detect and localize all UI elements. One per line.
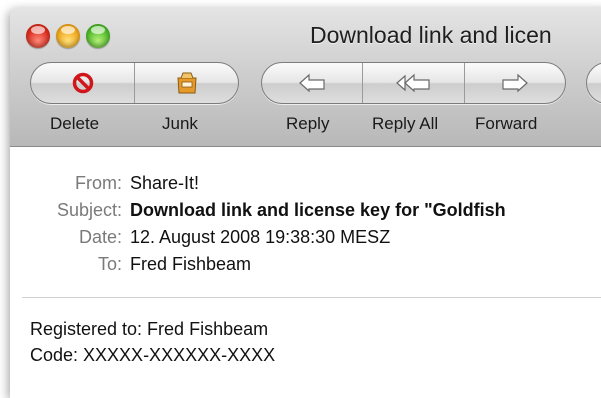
- subject-value: Download link and license key for "Goldf…: [130, 200, 506, 220]
- forward-arrow-icon: [502, 73, 528, 93]
- mail-window: Download link and licen Delete Junk Repl…: [10, 8, 601, 398]
- zoom-window-button[interactable]: [86, 24, 110, 48]
- minimize-window-button[interactable]: [56, 24, 80, 48]
- date-key: Date:: [78, 227, 122, 247]
- to-value[interactable]: Fred Fishbeam: [130, 254, 251, 275]
- next-toolbar-button[interactable]: [586, 62, 601, 104]
- to-key: To:: [97, 254, 122, 274]
- reply-all-button[interactable]: [362, 63, 463, 103]
- delete-junk-segment: [30, 62, 239, 104]
- reply-forward-segment: [261, 62, 566, 104]
- delete-button[interactable]: [31, 63, 134, 103]
- date-value: 12. August 2008 19:38:30 MESZ: [130, 227, 391, 247]
- forward-label: Forward: [475, 114, 538, 133]
- junk-button[interactable]: [134, 63, 238, 103]
- from-key: From:: [75, 173, 122, 193]
- forward-button[interactable]: [463, 63, 565, 103]
- junk-bag-icon: [176, 72, 197, 94]
- reply-label: Reply: [286, 114, 330, 133]
- reply-button[interactable]: [262, 63, 362, 103]
- message-view: From: Share-It! Subject: Download link a…: [10, 147, 601, 398]
- body-code-line: Code: XXXXX-XXXXXX-XXXX: [30, 345, 276, 365]
- header-divider: [22, 297, 601, 298]
- window-title: Download link and licen: [310, 22, 552, 48]
- reply-all-label: Reply All: [372, 114, 439, 133]
- close-window-button[interactable]: [26, 24, 50, 48]
- prohibited-icon: [72, 72, 93, 94]
- title-toolbar: Download link and licen Delete Junk Repl…: [10, 8, 601, 147]
- from-value[interactable]: Share-It!: [130, 173, 199, 194]
- junk-label: Junk: [162, 114, 198, 133]
- body-registered-line: Registered to: Fred Fishbeam: [30, 319, 269, 339]
- reply-all-arrow-icon: [396, 73, 431, 93]
- subject-key: Subject:: [56, 200, 122, 220]
- delete-label: Delete: [50, 114, 100, 133]
- reply-arrow-icon: [299, 73, 325, 93]
